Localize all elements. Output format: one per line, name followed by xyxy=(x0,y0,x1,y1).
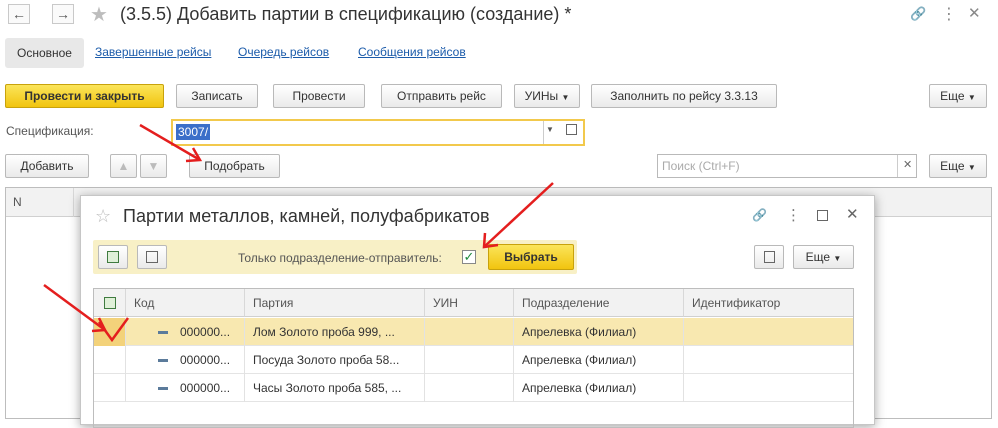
annotation-arrow-row xyxy=(43,283,107,333)
annotation-checkmark xyxy=(97,317,130,343)
annotation-arrow-pick xyxy=(139,123,203,163)
annotation-arrow-checkbox xyxy=(482,182,554,249)
annotation-overlay xyxy=(43,123,554,343)
